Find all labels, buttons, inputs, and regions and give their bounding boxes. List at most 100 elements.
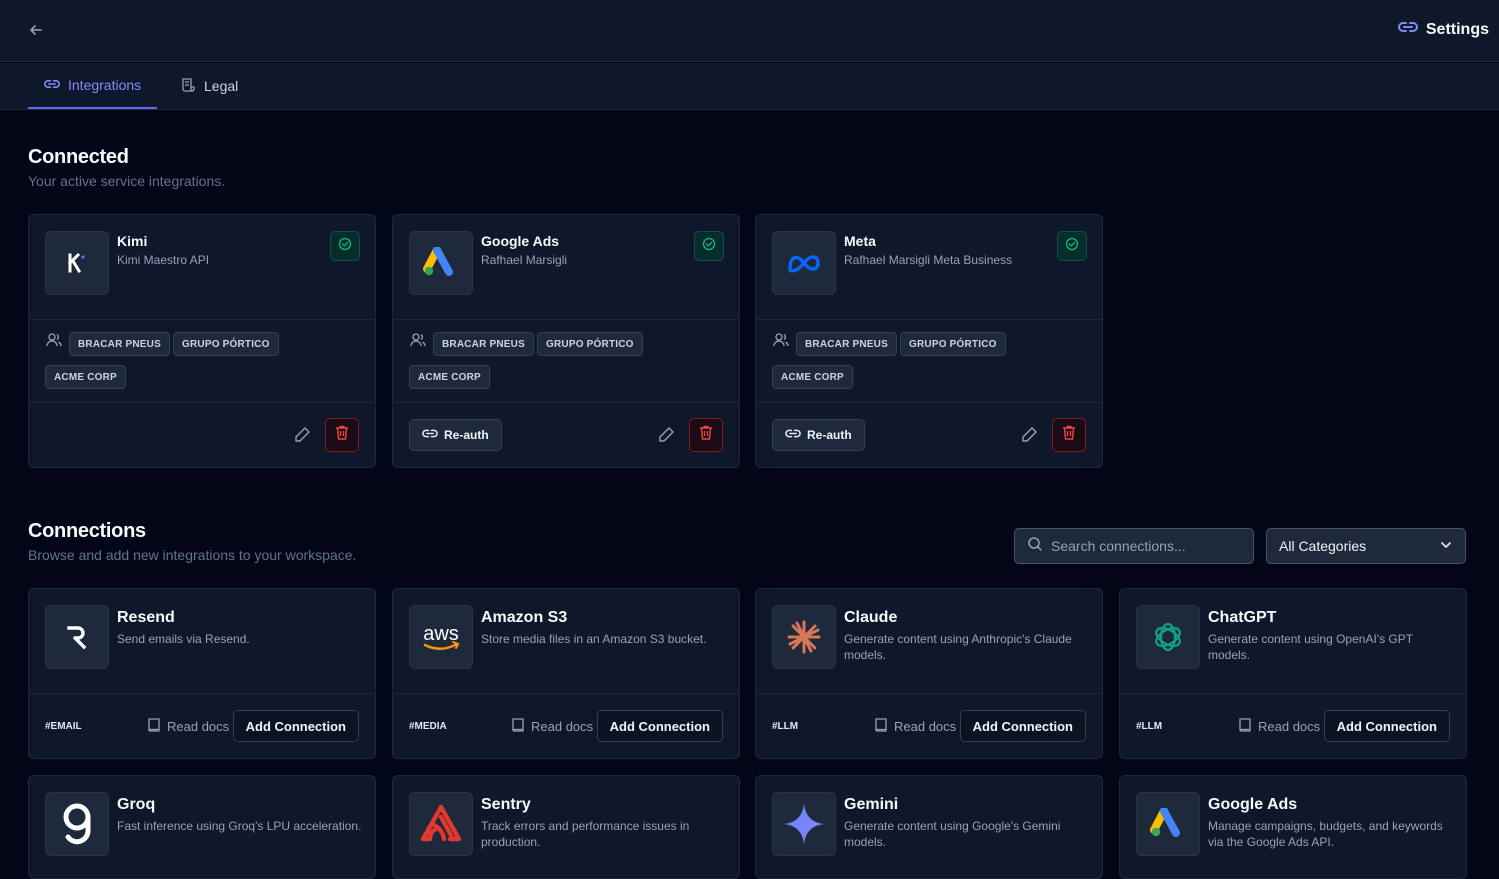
read-docs-link[interactable]: Read docs	[874, 717, 956, 736]
edit-pencil-icon[interactable]	[1019, 425, 1039, 445]
resend-logo-icon	[45, 605, 109, 669]
connection-description: Generate content using OpenAI's GPT mode…	[1208, 632, 1413, 662]
connection-description: Store media files in an Amazon S3 bucket…	[481, 632, 707, 646]
connection-description: Track errors and performance issues in p…	[481, 819, 690, 849]
gemini-logo-icon	[772, 792, 836, 856]
connection-card: aws Amazon S3 Store media files in an Am…	[392, 588, 740, 759]
google-ads-logo-icon	[1136, 792, 1200, 856]
delete-button[interactable]	[325, 418, 359, 452]
link-icon	[422, 428, 438, 442]
add-connection-button[interactable]: Add Connection	[959, 710, 1086, 742]
connection-description: Manage campaigns, budgets, and keywords …	[1208, 819, 1443, 849]
divider	[29, 693, 375, 694]
integration-account: Rafhael Marsigli Meta Business	[844, 253, 1013, 267]
workspace-tag: BRACAR PNEUS	[796, 332, 897, 356]
read-docs-link[interactable]: Read docs	[147, 717, 229, 736]
add-connection-button[interactable]: Add Connection	[232, 710, 359, 742]
users-icon	[45, 331, 63, 349]
tabs-bar: Integrations Legal	[0, 63, 1499, 110]
page-title: Settings	[1397, 20, 1489, 39]
reauth-label: Re-auth	[444, 428, 489, 442]
integration-account: Kimi Maestro API	[117, 253, 210, 267]
category-tag: #LLM	[772, 721, 799, 732]
divider	[29, 319, 375, 320]
connection-name: Resend	[117, 609, 175, 626]
workspace-tag: GRUPO PÓRTICO	[900, 332, 1006, 356]
users-icon	[772, 331, 790, 349]
workspace-tag: ACME CORP	[772, 365, 853, 389]
chatgpt-logo-icon	[1136, 605, 1200, 669]
search-field[interactable]	[1014, 528, 1254, 564]
add-connection-button[interactable]: Add Connection	[596, 710, 723, 742]
integration-name: Google Ads	[481, 233, 560, 249]
connected-status-badge	[330, 231, 360, 261]
divider	[393, 693, 739, 694]
workspace-tag: BRACAR PNEUS	[433, 332, 534, 356]
scroll-icon	[180, 77, 196, 96]
connection-name: ChatGPT	[1208, 609, 1277, 626]
connection-description: Send emails via Resend.	[117, 632, 250, 646]
tab-label: Legal	[204, 78, 239, 94]
edit-pencil-icon[interactable]	[656, 425, 676, 445]
edit-pencil-icon[interactable]	[292, 425, 312, 445]
category-select-value: All Categories	[1279, 538, 1367, 554]
integration-name: Meta	[844, 233, 876, 249]
category-select[interactable]: All Categories	[1266, 528, 1466, 564]
delete-button[interactable]	[689, 418, 723, 452]
book-icon	[511, 717, 525, 736]
tab-label: Integrations	[68, 77, 142, 93]
connections-title: Connections	[28, 520, 146, 542]
trash-icon	[699, 425, 713, 446]
connected-card: Kimi Kimi Maestro API BRACAR PNEUS GRUPO…	[28, 214, 376, 468]
read-docs-link[interactable]: Read docs	[1238, 717, 1320, 736]
divider	[756, 319, 1102, 320]
read-docs-label: Read docs	[167, 719, 230, 734]
divider	[756, 693, 1102, 694]
connection-name: Google Ads	[1208, 796, 1298, 813]
divider	[393, 402, 739, 403]
connection-card: Google Ads Manage campaigns, budgets, an…	[1119, 775, 1467, 879]
trash-icon	[335, 425, 349, 446]
connection-name: Groq	[117, 796, 156, 813]
read-docs-label: Read docs	[1258, 719, 1321, 734]
link-icon	[1397, 20, 1418, 39]
divider	[29, 402, 375, 403]
tab-legal[interactable]: Legal	[180, 63, 238, 109]
tab-integrations[interactable]: Integrations	[28, 63, 158, 109]
groq-logo-icon	[45, 792, 109, 856]
claude-logo-icon	[772, 605, 836, 669]
workspace-tag: ACME CORP	[409, 365, 490, 389]
connected-title: Connected	[28, 146, 129, 168]
workspace-tag: BRACAR PNEUS	[69, 332, 170, 356]
book-icon	[874, 717, 888, 736]
reauth-button[interactable]: Re-auth	[772, 419, 865, 451]
divider	[1120, 693, 1466, 694]
search-icon	[1027, 536, 1043, 557]
connection-name: Gemini	[844, 796, 899, 813]
connected-status-badge	[1057, 231, 1087, 261]
read-docs-label: Read docs	[531, 719, 594, 734]
check-circle-icon	[338, 237, 352, 256]
sentry-logo-icon	[409, 792, 473, 856]
connection-description: Generate content using Google's Gemini m…	[844, 819, 1061, 849]
connected-card: Google Ads Rafhael Marsigli BRACAR PNEUS…	[392, 214, 740, 468]
read-docs-label: Read docs	[894, 719, 957, 734]
read-docs-link[interactable]: Read docs	[511, 717, 593, 736]
category-tag: #MEDIA	[409, 721, 447, 732]
add-connection-button[interactable]: Add Connection	[1323, 710, 1450, 742]
divider	[393, 319, 739, 320]
book-icon	[147, 717, 161, 736]
search-input[interactable]	[1051, 538, 1241, 554]
connected-card: Meta Rafhael Marsigli Meta Business BRAC…	[755, 214, 1103, 468]
reauth-button[interactable]: Re-auth	[409, 419, 502, 451]
reauth-label: Re-auth	[807, 428, 852, 442]
back-arrow-icon[interactable]	[26, 20, 46, 40]
connection-card: Resend Send emails via Resend. #EMAIL Re…	[28, 588, 376, 759]
link-icon	[44, 77, 60, 93]
connection-description: Fast inference using Groq's LPU accelera…	[117, 819, 362, 833]
chevron-down-icon	[1439, 538, 1453, 555]
delete-button[interactable]	[1052, 418, 1086, 452]
connection-card: Sentry Track errors and performance issu…	[392, 775, 740, 879]
integration-name: Kimi	[117, 233, 148, 249]
category-tag: #EMAIL	[45, 721, 82, 732]
